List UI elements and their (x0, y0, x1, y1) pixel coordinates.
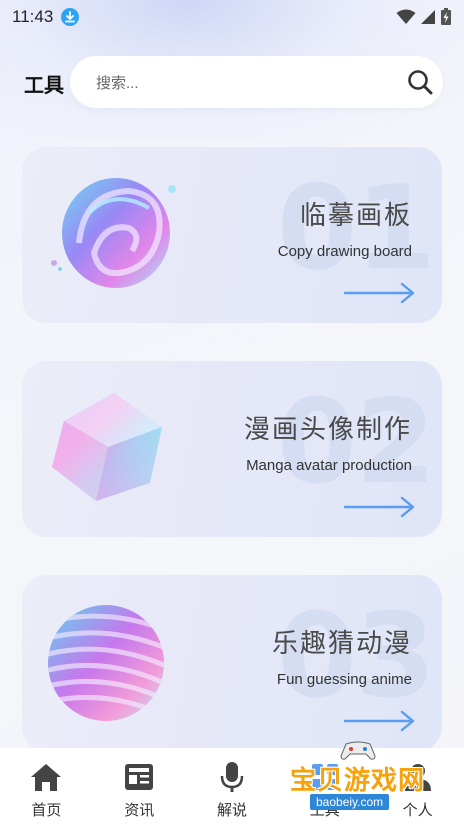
iridescent-cube (52, 393, 162, 501)
signal-icon (421, 10, 435, 24)
card-title: 漫画头像制作 (243, 414, 412, 444)
card-title: 临摹画板 (299, 200, 412, 230)
card-subtitle: Manga avatar production (246, 457, 412, 474)
card-fun-guessing-anime[interactable]: 03 乐趣猜动漫 Fun guessing anime (22, 575, 442, 751)
download-icon (61, 8, 80, 26)
card-subtitle: Copy drawing board (277, 243, 412, 260)
microphone-icon (220, 760, 244, 794)
nav-label: 首页 (31, 802, 62, 819)
arrow-right-icon[interactable] (344, 496, 416, 518)
page-title: 工具 (24, 74, 64, 97)
nav-item-commentary[interactable]: 解说 (186, 748, 279, 825)
arrow-right-icon[interactable] (344, 282, 416, 304)
watermark-url: baobeiy.com (310, 794, 390, 810)
gamepad-icon (340, 741, 376, 760)
card-subtitle: Fun guessing anime (276, 671, 412, 688)
header: 工具 搜索... (0, 56, 464, 110)
nav-label: 解说 (216, 802, 247, 819)
arrow-right-icon[interactable] (344, 710, 416, 732)
nav-label: 资讯 (124, 802, 155, 819)
status-time: 11:43 (12, 7, 54, 26)
search-input[interactable]: 搜索... (70, 56, 443, 108)
battery-charging-icon (441, 8, 451, 25)
card-title: 乐趣猜动漫 (271, 628, 412, 658)
nav-item-home[interactable]: 首页 (0, 748, 93, 825)
status-bar: 11:43 (0, 0, 464, 34)
nav-item-news[interactable]: 资讯 (93, 748, 186, 825)
home-icon (30, 760, 62, 794)
news-icon (124, 760, 154, 794)
striped-sphere (48, 605, 164, 721)
watermark-text: 宝贝游戏网 (290, 765, 426, 795)
search-placeholder: 搜索... (96, 74, 139, 92)
card-copy-drawing-board[interactable]: 01 临摹画板 Copy drawing board (22, 147, 442, 323)
watermark: 宝贝游戏网 baobeiy.com (288, 738, 438, 818)
swirl-3d-shape (51, 178, 176, 288)
status-icons (396, 8, 452, 26)
search-icon[interactable] (407, 69, 433, 100)
wifi-icon (396, 9, 416, 24)
card-manga-avatar[interactable]: 02 漫画头像制作 Manga avatar production (22, 361, 442, 537)
